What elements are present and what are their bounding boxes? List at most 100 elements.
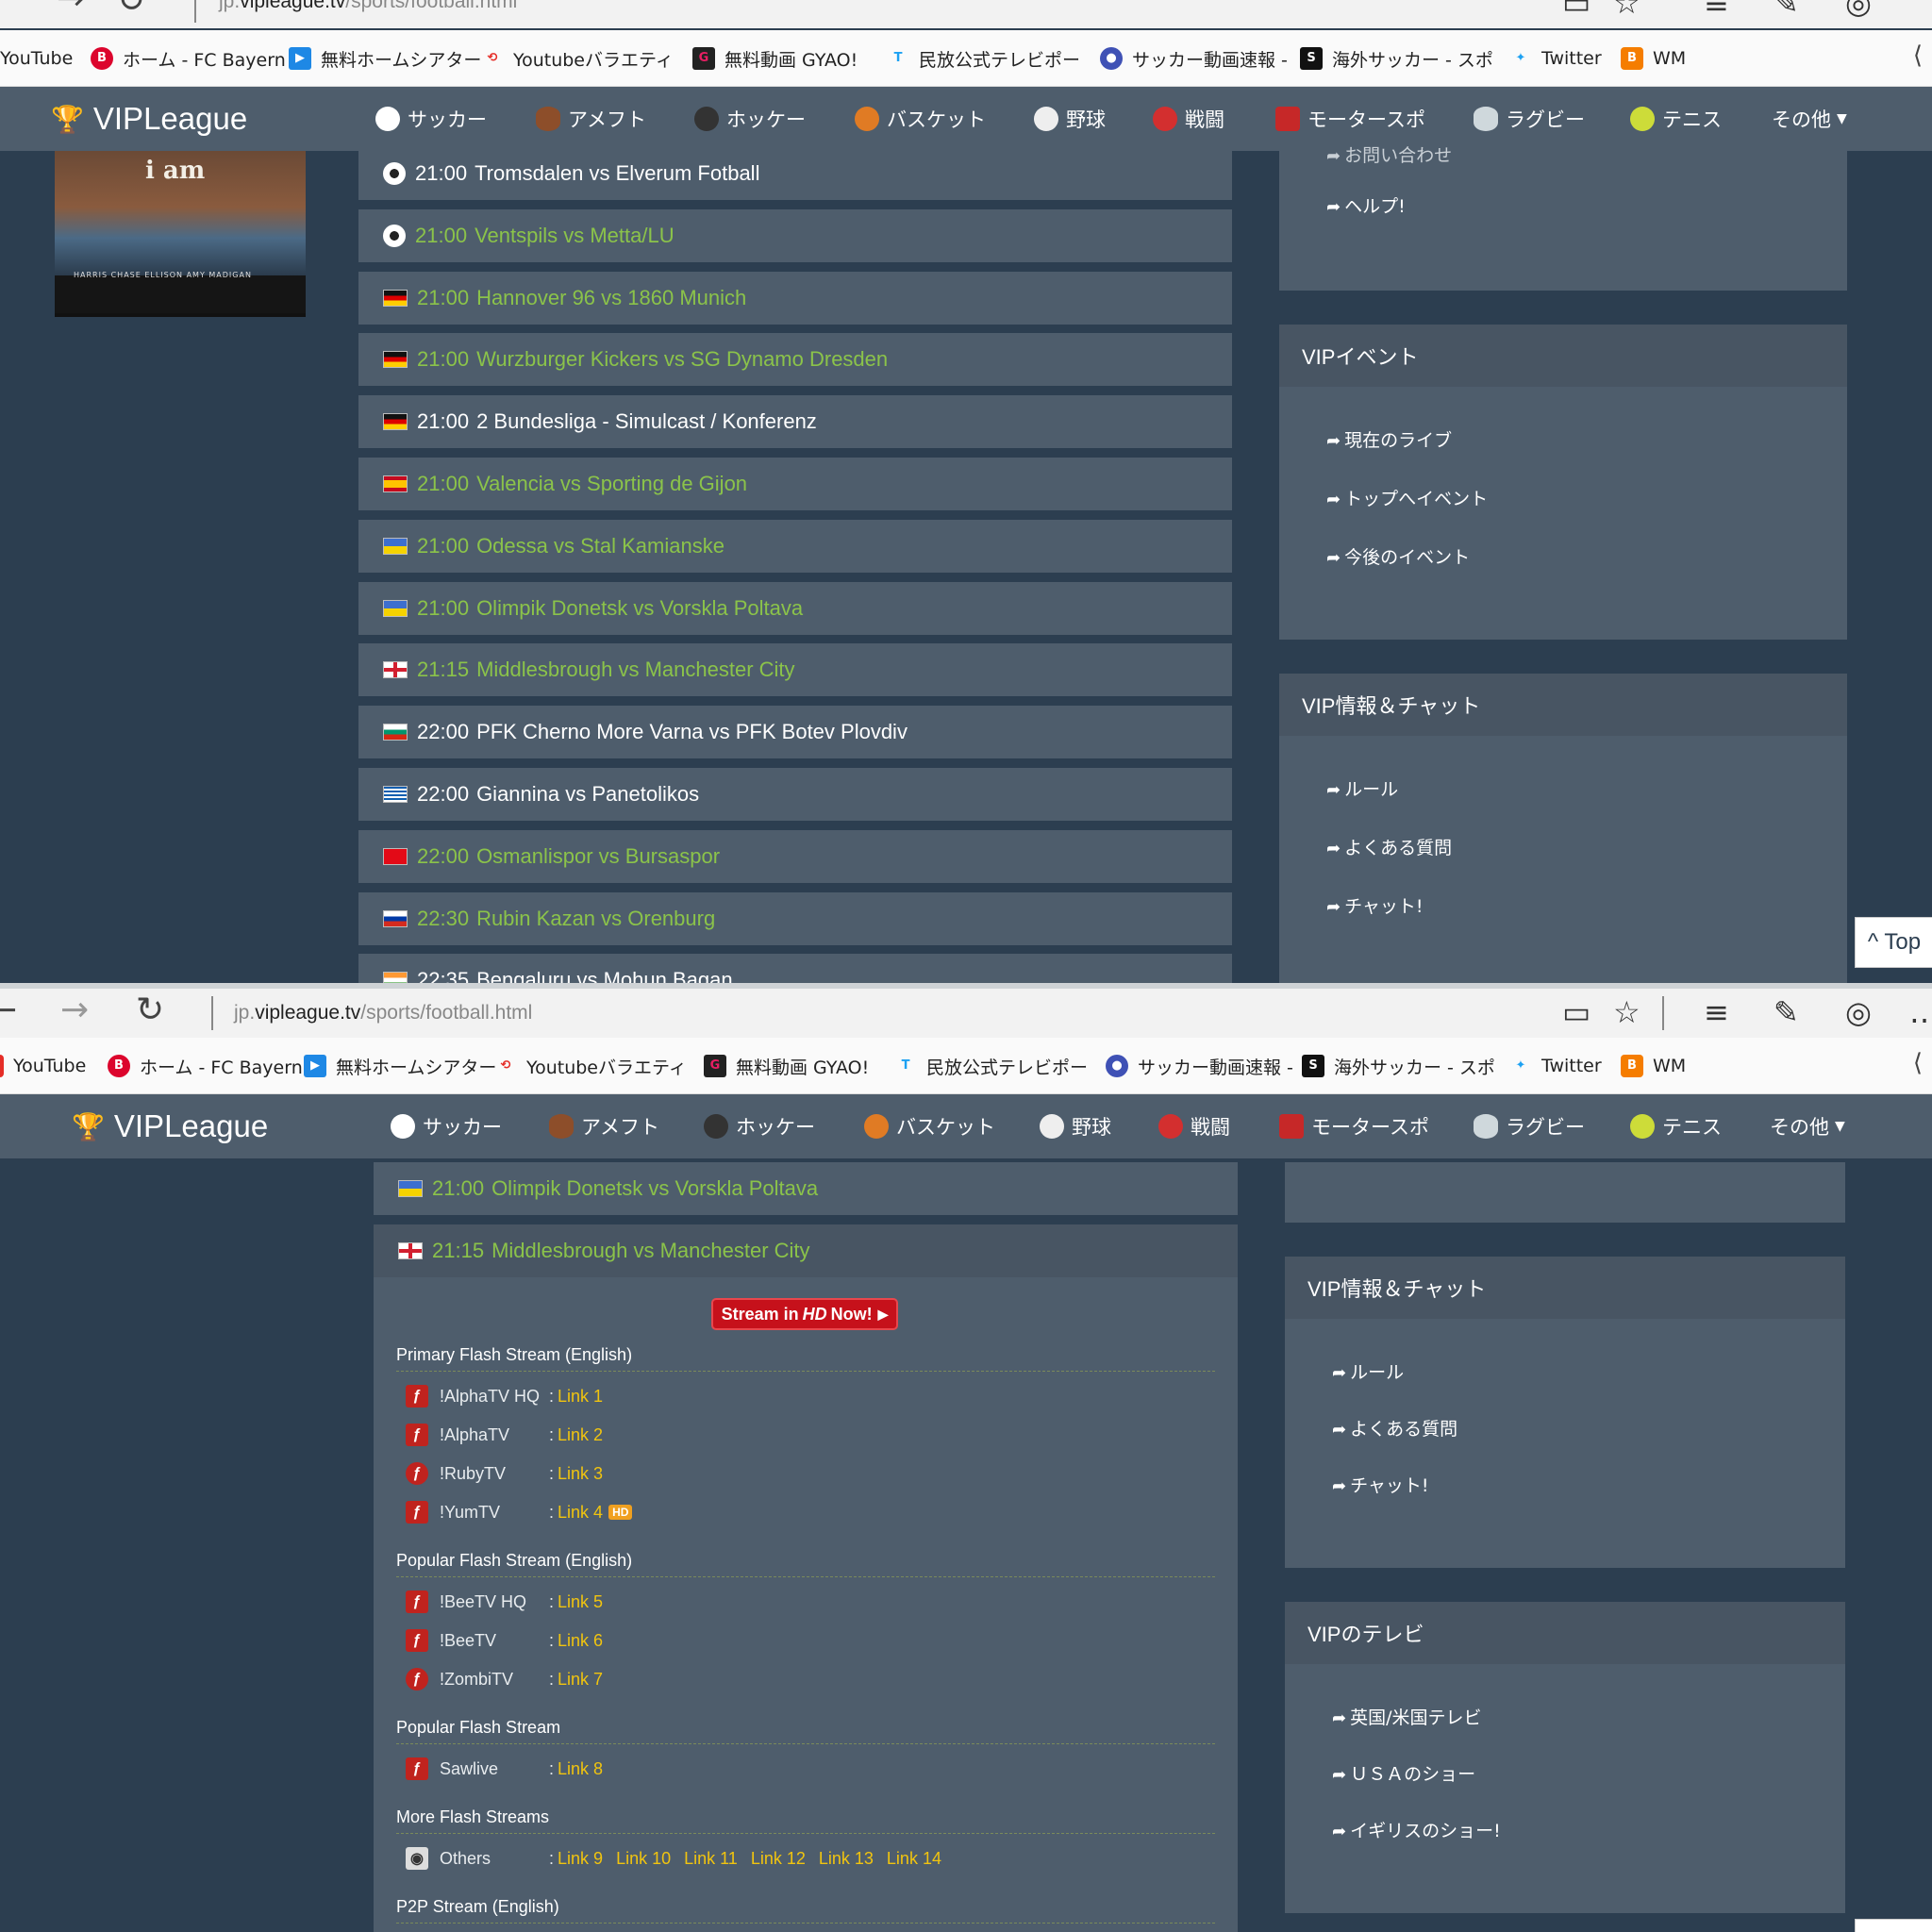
fav-soccer-video[interactable]: ● サッカー動画速報 -: [1106, 1038, 1293, 1094]
url-text[interactable]: jp.vipleague.tv/sports/football.html: [234, 1002, 532, 1024]
panel-link-rules[interactable]: ➦ ルール: [1326, 775, 1398, 801]
match-row[interactable]: 21:00 Tromsdalen vs Elverum Fotball: [358, 147, 1232, 200]
fav-twitter[interactable]: ✦ Twitter: [1509, 1038, 1602, 1094]
forward-icon[interactable]: →: [57, 0, 85, 18]
panel-link-faq[interactable]: ➦ よくある質問: [1326, 834, 1452, 859]
refresh-icon[interactable]: ↻: [136, 991, 164, 1029]
match-row[interactable]: 21:15 Middlesbrough vs Manchester City: [358, 643, 1232, 696]
match-row[interactable]: 21:00 2 Bundesliga - Simulcast / Konferen…: [358, 395, 1232, 448]
panel-link-chat[interactable]: ➦ チャット!: [1332, 1472, 1429, 1497]
match-row[interactable]: 22:35 Bengaluru vs Mohun Bagan: [358, 954, 1232, 983]
match-row[interactable]: 22:30 Rubin Kazan vs Orenburg: [358, 892, 1232, 945]
stream-link[interactable]: Link 4: [558, 1503, 603, 1523]
nav-basketball[interactable]: バスケット: [864, 1094, 995, 1158]
site-brand[interactable]: 🏆 VIPLeague: [51, 87, 247, 151]
hub-icon[interactable]: ≡: [1704, 0, 1729, 21]
match-row[interactable]: 21:00 Olimpik Donetsk vs Vorskla Poltava: [374, 1162, 1238, 1215]
back-to-top-button[interactable]: ^ Top: [1855, 917, 1932, 968]
fav-wm[interactable]: B WM: [1621, 30, 1686, 87]
fav-fc-bayern[interactable]: B ホーム - FC Bayern: [108, 1038, 303, 1094]
match-row[interactable]: 22:00 PFK Cherno More Varna vs PFK Botev …: [358, 706, 1232, 758]
fav-sports[interactable]: S 海外サッカー - スポ: [1302, 1038, 1495, 1094]
nav-fighting[interactable]: 戦闘: [1153, 87, 1224, 151]
fav-soccer-video[interactable]: ● サッカー動画速報 -: [1100, 30, 1288, 87]
web-note-icon[interactable]: ✎: [1774, 0, 1799, 21]
more-icon[interactable]: …: [1909, 994, 1932, 1030]
stream-link[interactable]: Link 3: [558, 1464, 603, 1484]
stream-link[interactable]: Link 11: [684, 1849, 738, 1869]
reading-view-icon[interactable]: ▭: [1562, 0, 1591, 21]
nav-fighting[interactable]: 戦闘: [1158, 1094, 1230, 1158]
fav-tver[interactable]: T 民放公式テレビポー: [887, 30, 1080, 87]
reading-view-icon[interactable]: ▭: [1562, 994, 1591, 1030]
match-row[interactable]: 21:00 Valencia vs Sporting de Gijon: [358, 458, 1232, 510]
nav-hockey[interactable]: ホッケー: [704, 1094, 815, 1158]
nav-baseball[interactable]: 野球: [1034, 87, 1106, 151]
stream-link[interactable]: Link 12: [751, 1849, 806, 1869]
nav-tennis[interactable]: テニス: [1630, 1094, 1722, 1158]
panel-link-help[interactable]: ➦ ヘルプ!: [1326, 192, 1406, 218]
nav-american-football[interactable]: アメフト: [536, 87, 646, 151]
match-row[interactable]: 22:00 Giannina vs Panetolikos: [358, 768, 1232, 821]
fav-youtube[interactable]: YouTube: [0, 30, 73, 87]
nav-other[interactable]: その他 ▼: [1772, 87, 1847, 151]
panel-link-top-events[interactable]: ➦ トップへイベント: [1326, 485, 1488, 510]
stream-link[interactable]: Link 9: [558, 1849, 603, 1869]
match-row[interactable]: 21:00 Hannover 96 vs 1860 Munich: [358, 272, 1232, 325]
stream-link[interactable]: Link 7: [558, 1670, 603, 1690]
nav-baseball[interactable]: 野球: [1040, 1094, 1111, 1158]
fav-gyao[interactable]: G 無料動画 GYAO!: [704, 1038, 869, 1094]
fav-sports[interactable]: S 海外サッカー - スポ: [1300, 30, 1493, 87]
match-row[interactable]: 21:00 Odessa vs Stal Kamianske: [358, 520, 1232, 573]
stream-link[interactable]: Link 2: [558, 1425, 603, 1445]
panel-link-usa-shows[interactable]: ➦ ＵＳＡのショー: [1332, 1760, 1475, 1786]
nav-basketball[interactable]: バスケット: [855, 87, 986, 151]
match-row[interactable]: 21:00 Ventspils vs Metta/LU: [358, 209, 1232, 262]
fav-gyao[interactable]: G 無料動画 GYAO!: [692, 30, 858, 87]
match-row[interactable]: 21:00 Wurzburger Kickers vs SG Dynamo Dre…: [358, 333, 1232, 386]
nav-american-football[interactable]: アメフト: [549, 1094, 659, 1158]
share-icon[interactable]: ◎: [1845, 994, 1872, 1030]
panel-link-chat[interactable]: ➦ チャット!: [1326, 892, 1424, 918]
fav-tver[interactable]: T 民放公式テレビポー: [894, 1038, 1088, 1094]
chevron-icon[interactable]: ⟨: [1913, 1049, 1923, 1077]
nav-soccer[interactable]: サッカー: [391, 1094, 502, 1158]
panel-link-uk-us-tv[interactable]: ➦ 英国/米国テレビ: [1332, 1704, 1482, 1729]
url-text[interactable]: jp.vipleague.tv/sports/football.html: [219, 0, 517, 13]
panel-link-uk-shows[interactable]: ➦ イギリスのショー!: [1332, 1817, 1501, 1842]
poster-image[interactable]: i am HARRIS CHASE ELLISON AMY MADIGAN: [55, 151, 306, 317]
fav-youtube-variety[interactable]: ⟲ Youtubeバラエティ: [481, 30, 674, 87]
stream-link[interactable]: Link 5: [558, 1592, 603, 1612]
match-row[interactable]: 21:15 Middlesbrough vs Manchester City: [374, 1224, 1238, 1277]
stream-link[interactable]: Link 13: [819, 1849, 874, 1869]
web-note-icon[interactable]: ✎: [1774, 994, 1799, 1030]
stream-link[interactable]: Link 14: [887, 1849, 941, 1869]
stream-hd-button[interactable]: Stream in HD Now! ▶: [711, 1298, 898, 1330]
fav-wm[interactable]: B WM: [1621, 1038, 1686, 1094]
nav-rugby[interactable]: ラグビー: [1474, 87, 1585, 151]
chevron-icon[interactable]: ⟨: [1913, 42, 1923, 70]
fav-home-theater[interactable]: ▶ 無料ホームシアター: [289, 30, 481, 87]
panel-link-faq[interactable]: ➦ よくある質問: [1332, 1415, 1457, 1441]
fav-youtube[interactable]: YouTube: [0, 1038, 86, 1094]
favorite-star-icon[interactable]: ☆: [1613, 0, 1641, 21]
nav-tennis[interactable]: テニス: [1630, 87, 1722, 151]
nav-soccer[interactable]: サッカー: [375, 87, 487, 151]
stream-link[interactable]: Link 8: [558, 1759, 603, 1779]
refresh-icon[interactable]: ↻: [117, 0, 145, 20]
nav-motorsport[interactable]: モータースポ: [1279, 1094, 1429, 1158]
fav-fc-bayern[interactable]: B ホーム - FC Bayern: [91, 30, 286, 87]
panel-link-rules[interactable]: ➦ ルール: [1332, 1358, 1404, 1384]
stream-link[interactable]: Link 1: [558, 1387, 603, 1407]
stream-link[interactable]: Link 6: [558, 1631, 603, 1651]
share-icon[interactable]: ◎: [1845, 0, 1872, 21]
panel-link-upcoming[interactable]: ➦ 今後のイベント: [1326, 543, 1470, 569]
fav-youtube-variety[interactable]: ⟲ Youtubeバラエティ: [494, 1038, 687, 1094]
fav-twitter[interactable]: ✦ Twitter: [1509, 30, 1602, 87]
back-icon[interactable]: ←: [0, 991, 17, 1029]
match-row[interactable]: 21:00 Olimpik Donetsk vs Vorskla Poltava: [358, 582, 1232, 635]
forward-icon[interactable]: →: [60, 991, 89, 1029]
match-row[interactable]: 22:00 Osmanlispor vs Bursaspor: [358, 830, 1232, 883]
nav-hockey[interactable]: ホッケー: [694, 87, 806, 151]
favorite-star-icon[interactable]: ☆: [1613, 994, 1641, 1030]
